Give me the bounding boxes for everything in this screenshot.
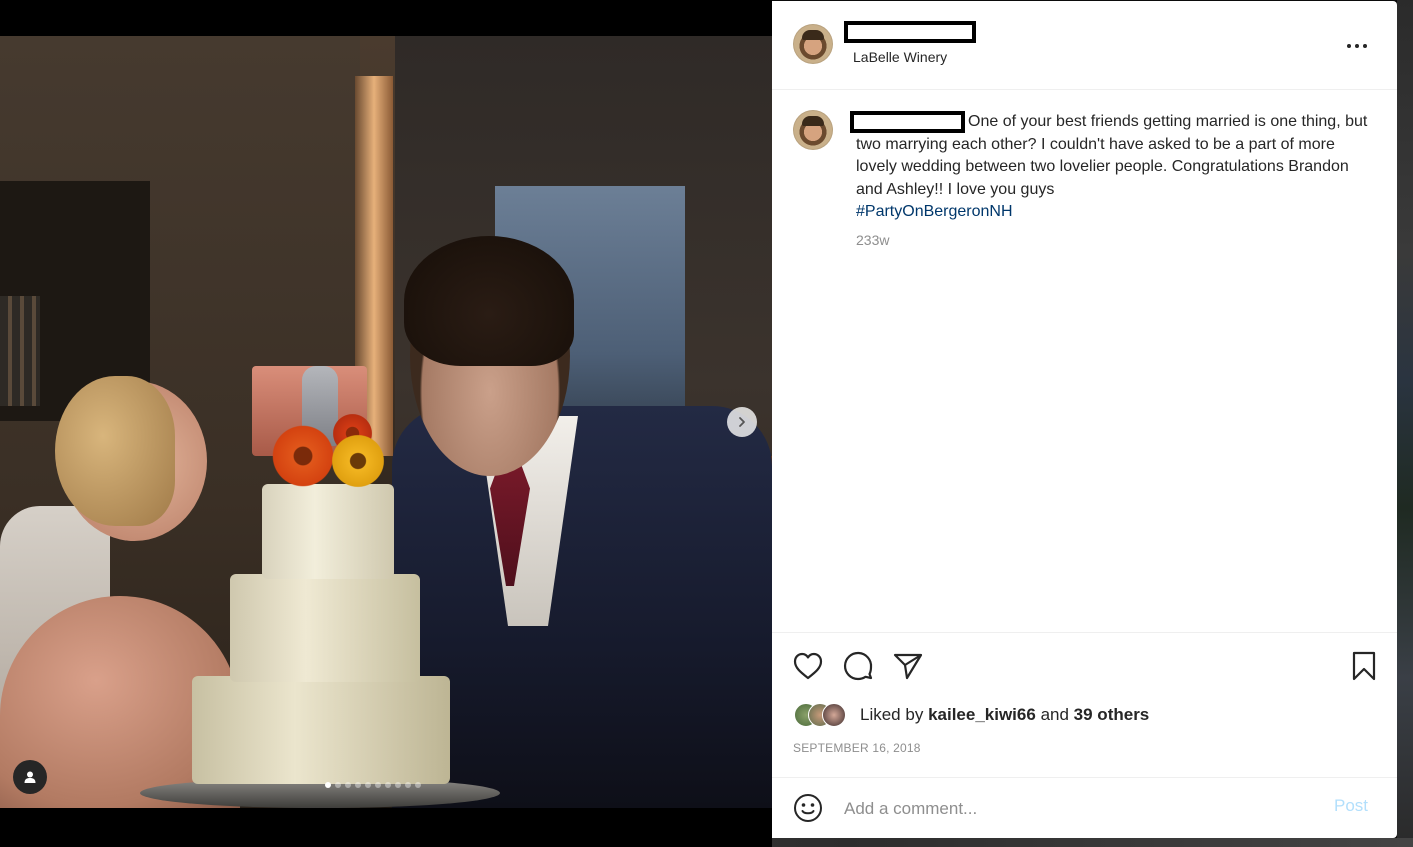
- carousel-dot: [365, 782, 371, 788]
- comment-bubble-icon: [843, 651, 873, 681]
- paper-plane-icon: [893, 653, 923, 680]
- liker-username-link[interactable]: kailee_kiwi66: [928, 705, 1036, 724]
- caption-text: One of your best friends getting married…: [856, 111, 1376, 224]
- carousel-dot: [375, 782, 381, 788]
- carousel-next-button[interactable]: [727, 407, 757, 437]
- carousel-dot: [385, 782, 391, 788]
- like-button[interactable]: [790, 648, 826, 684]
- redacted-username: [844, 21, 976, 43]
- emoji-button[interactable]: [790, 792, 826, 824]
- more-options-button[interactable]: [1337, 31, 1377, 61]
- comment-button[interactable]: [840, 648, 876, 684]
- carousel-dot: [325, 782, 331, 788]
- comment-input[interactable]: [842, 796, 1316, 822]
- comment-bar: Post: [772, 777, 1397, 839]
- save-button[interactable]: [1346, 648, 1382, 684]
- likes-prefix: Liked by: [860, 705, 924, 724]
- bookmark-icon: [1352, 651, 1376, 681]
- likes-summary: Liked by kailee_kiwi66 and 39 others: [860, 705, 1149, 725]
- carousel-indicator: [325, 782, 421, 790]
- likes-and: and: [1040, 705, 1069, 724]
- chevron-right-icon: [739, 417, 745, 427]
- post-date[interactable]: SEPTEMBER 16, 2018: [793, 741, 921, 755]
- user-tags-button[interactable]: [13, 760, 47, 794]
- background-page-strip: [1397, 0, 1413, 847]
- hashtag-link[interactable]: #PartyOnBergeronNH: [856, 203, 1013, 220]
- post-header: LaBelle Winery: [772, 1, 1397, 90]
- others-likes-link[interactable]: 39 others: [1074, 705, 1150, 724]
- liker-avatar: [822, 703, 846, 727]
- post-sidebar: LaBelle Winery One of your best friends …: [772, 1, 1397, 838]
- heart-icon: [793, 652, 823, 680]
- caption-author-avatar[interactable]: [793, 110, 833, 150]
- caption-section: One of your best friends getting married…: [772, 90, 1397, 632]
- carousel-dot: [395, 782, 401, 788]
- post-media-pane: [0, 0, 772, 847]
- user-tag-icon: [24, 771, 36, 783]
- post-photo[interactable]: [0, 36, 772, 808]
- carousel-dot: [335, 782, 341, 788]
- actions-divider: [772, 632, 1397, 633]
- post-time[interactable]: 233w: [856, 232, 889, 248]
- share-button[interactable]: [890, 648, 926, 684]
- location-link[interactable]: LaBelle Winery: [853, 49, 947, 65]
- smiley-icon: [794, 794, 822, 822]
- carousel-dot: [345, 782, 351, 788]
- liker-avatars[interactable]: [794, 703, 864, 727]
- carousel-dot: [405, 782, 411, 788]
- post-comment-button[interactable]: Post: [1334, 796, 1368, 816]
- author-avatar[interactable]: [793, 24, 833, 64]
- carousel-dot: [355, 782, 361, 788]
- carousel-dot: [415, 782, 421, 788]
- more-horizontal-icon: [1347, 44, 1367, 48]
